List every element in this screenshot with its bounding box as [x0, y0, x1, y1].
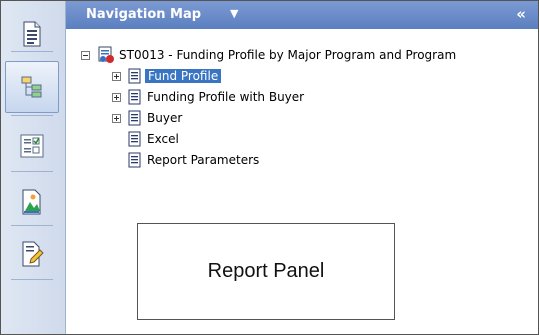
tree-structure-icon-button[interactable] — [5, 61, 59, 113]
document-icon — [128, 68, 141, 84]
panel-title: Navigation Map — [86, 7, 202, 22]
report-panel-label: Report Panel — [207, 260, 325, 282]
expand-toggle-icon[interactable] — [112, 92, 121, 102]
checklist-icon — [20, 134, 44, 158]
caret-down-icon[interactable]: ▼ — [230, 7, 238, 20]
checklist-icon-button[interactable] — [5, 121, 59, 171]
expand-toggle-icon[interactable] — [112, 71, 121, 81]
tree-item-buyer[interactable]: Buyer — [112, 108, 182, 128]
tree-item-funding-profile-with-buyer[interactable]: Funding Profile with Buyer — [112, 87, 304, 107]
tree-item-label: Fund Profile — [145, 69, 222, 83]
tree-item-label: Funding Profile with Buyer — [147, 90, 305, 104]
document-icon — [128, 152, 141, 168]
document-icon — [23, 21, 41, 47]
tree-root[interactable]: ST0013 - Funding Profile by Major Progra… — [81, 45, 456, 65]
document-icon — [128, 131, 141, 147]
left-toolbar — [1, 1, 66, 334]
tree-item-excel[interactable]: Excel — [128, 129, 179, 149]
report-panel: Report Panel — [137, 223, 395, 320]
tree-item-label: Report Parameters — [147, 153, 260, 167]
document-icon — [128, 110, 141, 126]
collapse-panel-button[interactable]: « — [516, 5, 526, 23]
edit-document-icon — [22, 241, 44, 267]
report-icon — [98, 46, 114, 63]
expand-toggle-icon[interactable] — [112, 113, 121, 123]
document-icon — [128, 89, 141, 105]
tree-item-fund-profile[interactable]: Fund Profile — [112, 66, 222, 86]
edit-document-icon-button[interactable] — [5, 229, 59, 279]
collapse-toggle-icon[interactable] — [81, 50, 90, 60]
tree-item-label: Buyer — [147, 111, 183, 125]
chart-image-icon — [22, 189, 41, 215]
tree-structure-icon — [21, 76, 42, 98]
chart-image-icon-button[interactable] — [5, 177, 59, 227]
tree-item-label: Excel — [147, 132, 179, 146]
tree-root-label: ST0013 - Funding Profile by Major Progra… — [119, 48, 457, 62]
application-frame: Navigation Map ▼ « ST0013 - Funding Prof… — [0, 0, 539, 335]
tree-item-report-parameters[interactable]: Report Parameters — [128, 150, 259, 170]
navigation-map-header: Navigation Map ▼ « — [66, 1, 538, 29]
